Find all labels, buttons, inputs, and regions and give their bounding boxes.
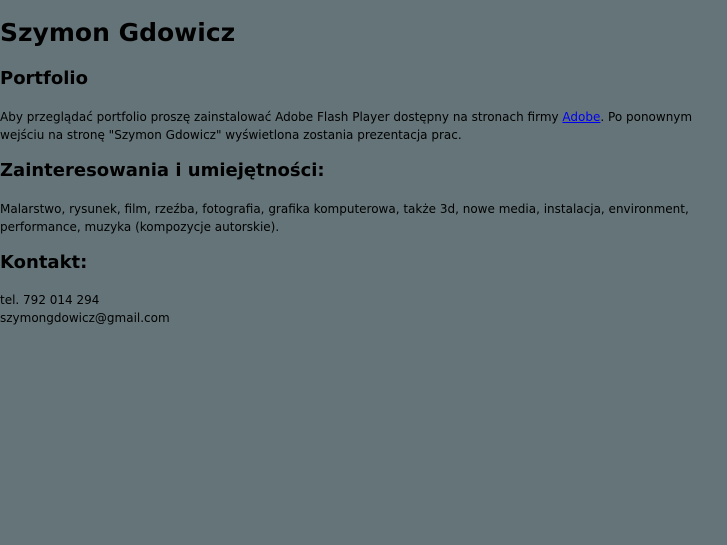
page-title: Szymon Gdowicz	[0, 18, 236, 47]
adobe-link[interactable]: Adobe	[562, 110, 600, 124]
portfolio-paragraph: Aby przeglądać portfolio proszę zainstal…	[0, 109, 722, 144]
portfolio-text-before-link: Aby przeglądać portfolio proszę zainstal…	[0, 110, 563, 124]
contact-heading: Kontakt:	[0, 252, 88, 273]
contact-email: szymongdowicz@gmail.com	[0, 310, 170, 325]
portfolio-heading: Portfolio	[0, 68, 88, 89]
contact-paragraph: tel. 792 014 294 szymongdowicz@gmail.com	[0, 292, 722, 327]
skills-paragraph: Malarstwo, rysunek, film, rzeźba, fotogr…	[0, 202, 689, 234]
skills-heading: Zainteresowania i umiejętności:	[0, 160, 325, 181]
page: Szymon Gdowicz Portfolio Aby przeglądać …	[0, 0, 727, 545]
contact-phone: tel. 792 014 294	[0, 293, 100, 307]
